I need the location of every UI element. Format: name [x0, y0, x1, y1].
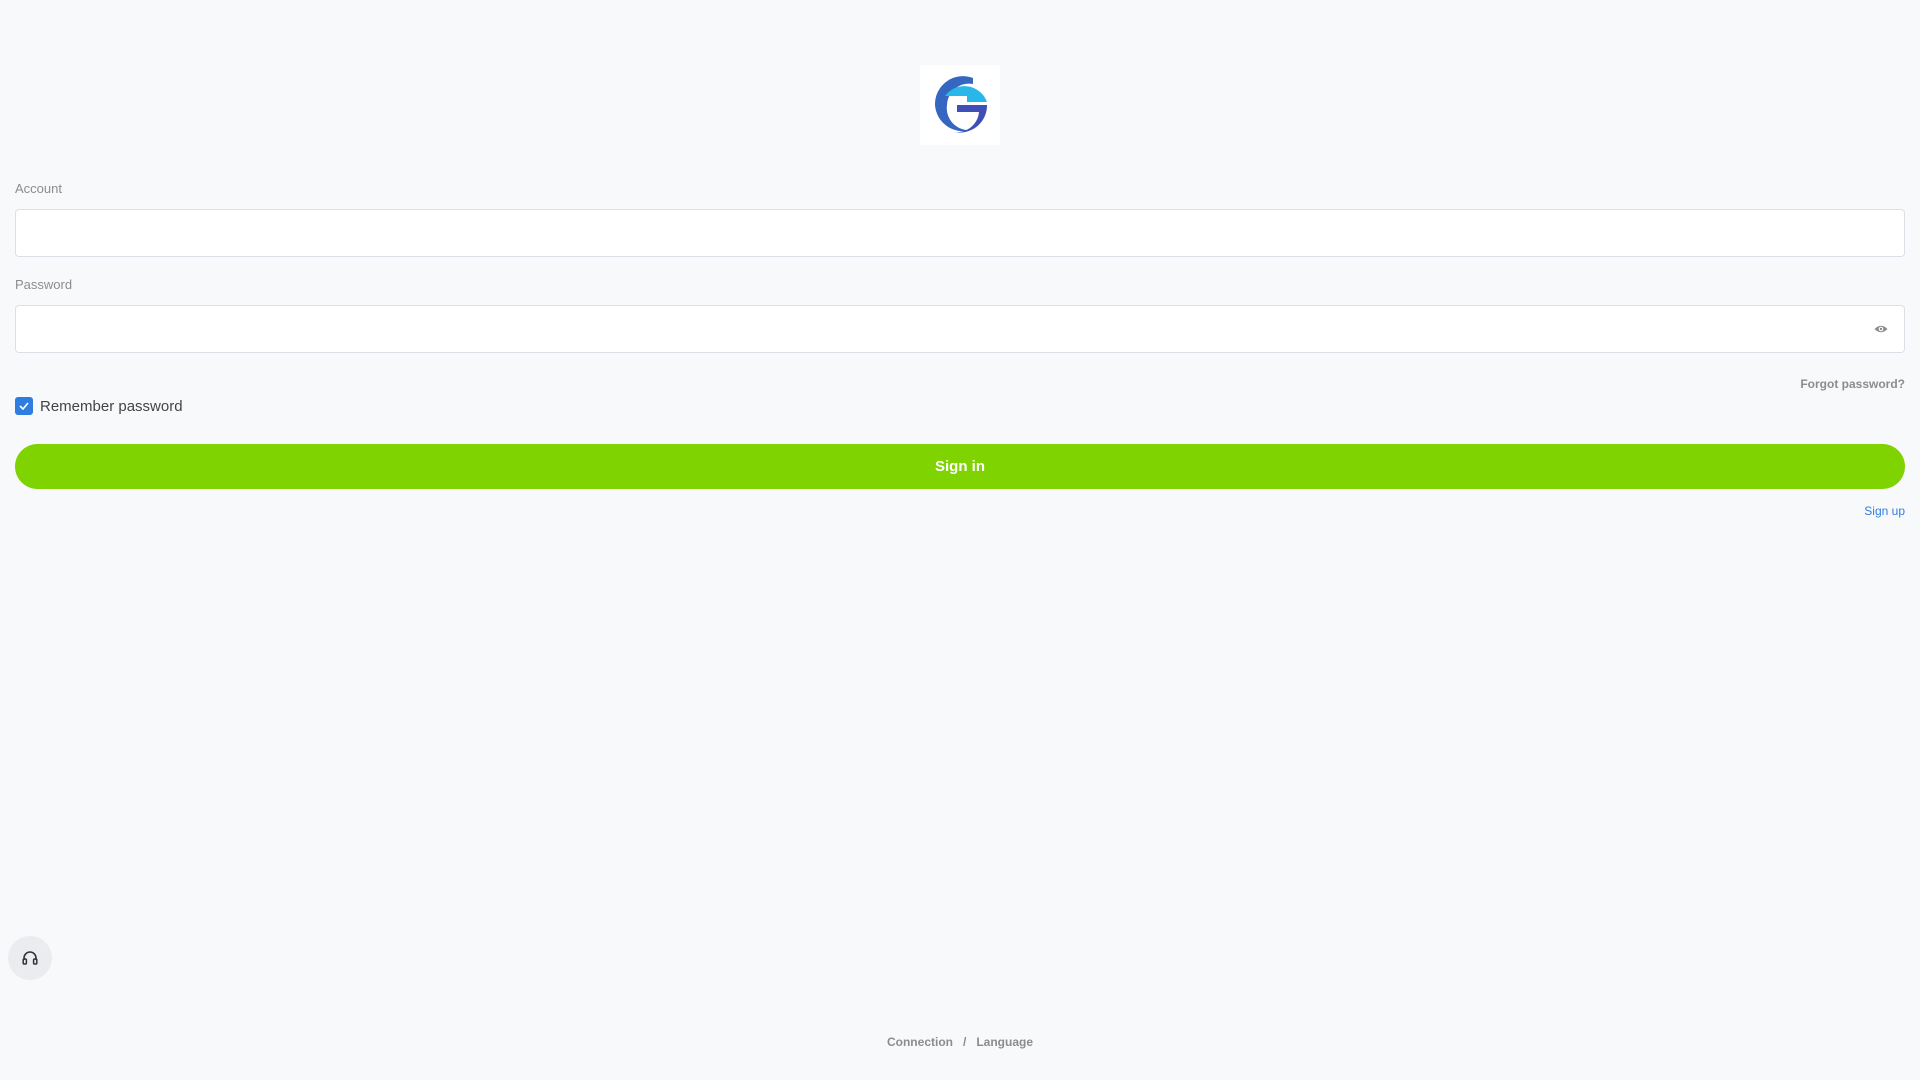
account-label: Account [15, 181, 62, 196]
logo [920, 65, 1000, 145]
password-input[interactable] [16, 306, 1904, 352]
account-field-box [15, 209, 1905, 257]
footer-separator: / [962, 1035, 967, 1049]
language-link[interactable]: Language [976, 1035, 1033, 1049]
eye-icon [1874, 325, 1888, 333]
login-page: Account Password Forgot password? Rememb… [0, 0, 1920, 1080]
password-label: Password [15, 277, 73, 292]
login-form: Account Password Forgot password? Rememb… [15, 175, 1905, 518]
forgot-password-link[interactable]: Forgot password? [1800, 377, 1905, 391]
footer: Connection / Language [0, 1035, 1920, 1049]
remember-password-label: Remember password [40, 397, 183, 415]
headset-icon [22, 951, 38, 965]
checkbox-checked-icon[interactable] [15, 397, 33, 415]
remember-password-checkbox[interactable]: Remember password [15, 397, 183, 415]
connection-link[interactable]: Connection [887, 1035, 953, 1049]
account-input[interactable] [16, 210, 1904, 256]
password-field-box [15, 305, 1905, 353]
sign-up-link[interactable]: Sign up [1864, 504, 1905, 518]
login-options-row: Forgot password? Remember password [15, 377, 1905, 419]
checkmark-icon [19, 402, 29, 410]
password-visibility-toggle[interactable] [1872, 320, 1890, 338]
g-logo-icon [934, 76, 988, 133]
sign-up-row: Sign up [15, 502, 1905, 518]
sign-in-button[interactable]: Sign in [15, 444, 1905, 489]
customer-support-button[interactable] [8, 936, 52, 980]
